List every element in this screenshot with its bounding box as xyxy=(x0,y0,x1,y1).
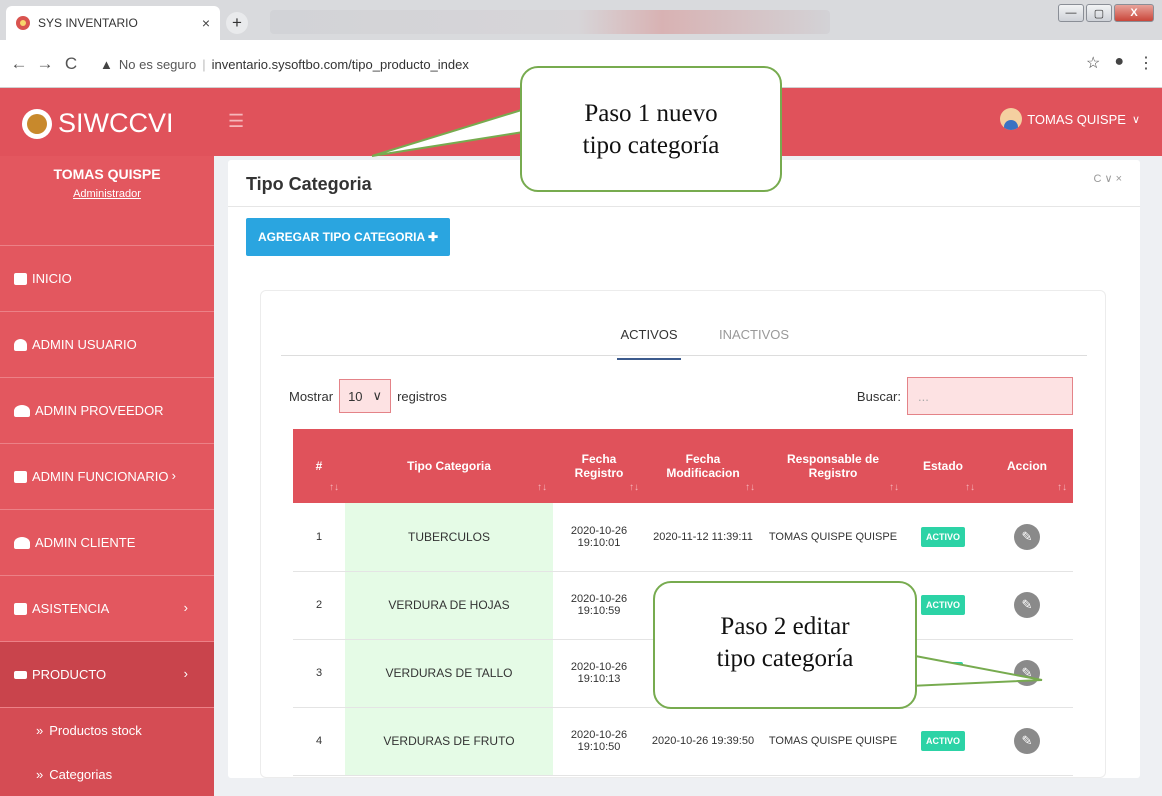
callout-line: Paso 2 editar xyxy=(720,613,850,640)
callout-line: tipo categoría xyxy=(582,132,720,159)
callout-step-2: Paso 2 editar tipo categoría xyxy=(653,581,917,709)
callout2-pointer xyxy=(909,653,1043,688)
callout-step-1: Paso 1 nuevo tipo categoría xyxy=(520,66,782,192)
callout-line: tipo categoría xyxy=(716,645,854,672)
callout-line: Paso 1 nuevo xyxy=(584,100,718,127)
callout1-pointer xyxy=(371,106,538,157)
